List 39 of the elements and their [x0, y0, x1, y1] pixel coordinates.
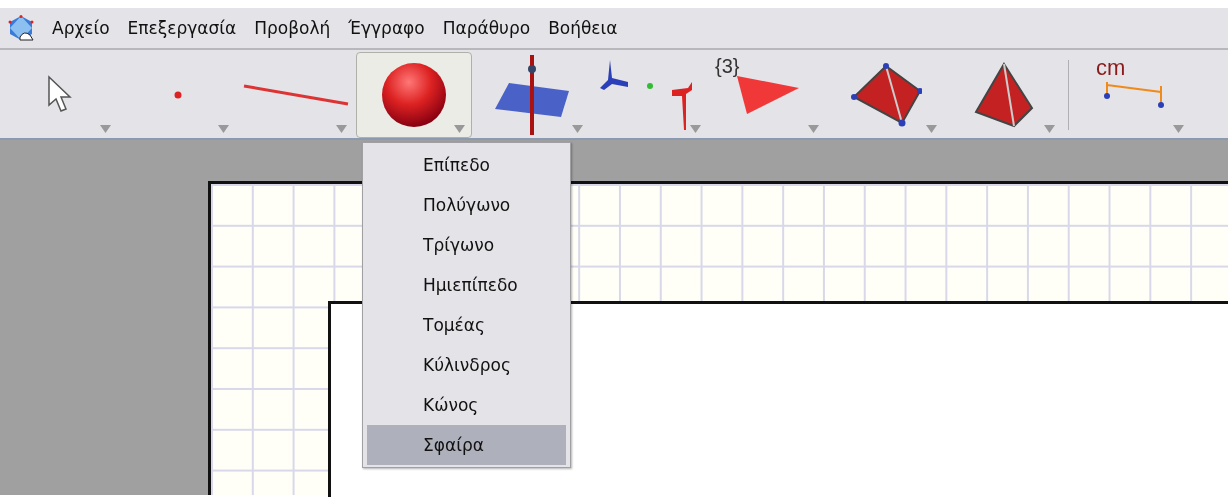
menu-item[interactable]: Επεξεργασία: [127, 18, 237, 38]
menu-item[interactable]: Βοήθεια: [548, 18, 618, 38]
caret-icon: [690, 125, 701, 133]
caret-icon: [572, 125, 583, 133]
menu-option[interactable]: Επίπεδο: [367, 145, 566, 185]
menu-option[interactable]: Σφαίρα: [367, 425, 566, 465]
distance-icon: [1101, 80, 1165, 110]
menu-option[interactable]: Κύλινδρος: [367, 345, 566, 385]
caret-icon: [218, 125, 229, 133]
plane-icon: [495, 55, 569, 135]
caret-icon: [1044, 125, 1055, 133]
pointer-icon: [47, 75, 73, 115]
caret-icon: [454, 125, 465, 133]
triangle-icon: [737, 76, 799, 114]
tool-button[interactable]: cm: [1075, 52, 1191, 138]
icon-label: cm: [1096, 55, 1126, 81]
menu-item[interactable]: Παράθυρο: [442, 18, 531, 38]
sphere-icon: [381, 62, 447, 128]
menu-item[interactable]: Αρχείο: [52, 18, 110, 38]
caret-icon: [336, 125, 347, 133]
icon-label: {3}: [715, 55, 740, 78]
caret-icon: [1173, 125, 1184, 133]
pyramid-icon: [974, 62, 1034, 128]
menu-option[interactable]: Πολύγωνο: [367, 185, 566, 225]
menu-option[interactable]: Τομέας: [367, 305, 566, 345]
tool-button[interactable]: {3}: [710, 52, 826, 138]
caret-icon: [926, 125, 937, 133]
tetrahedron-icon: [850, 63, 922, 127]
menu-option[interactable]: Ημιεπίπεδο: [367, 265, 566, 305]
menu-item[interactable]: Προβολή: [254, 18, 331, 38]
caret-icon: [808, 125, 819, 133]
tool-button[interactable]: [356, 52, 472, 138]
app-logo-icon[interactable]: [8, 15, 34, 41]
menu-item[interactable]: Έγγραφο: [348, 18, 425, 38]
caret-icon: [100, 125, 111, 133]
menu-option[interactable]: Κώνος: [367, 385, 566, 425]
menu-option[interactable]: Τρίγωνο: [367, 225, 566, 265]
point-icon: [174, 91, 182, 99]
line-icon: [243, 83, 349, 107]
